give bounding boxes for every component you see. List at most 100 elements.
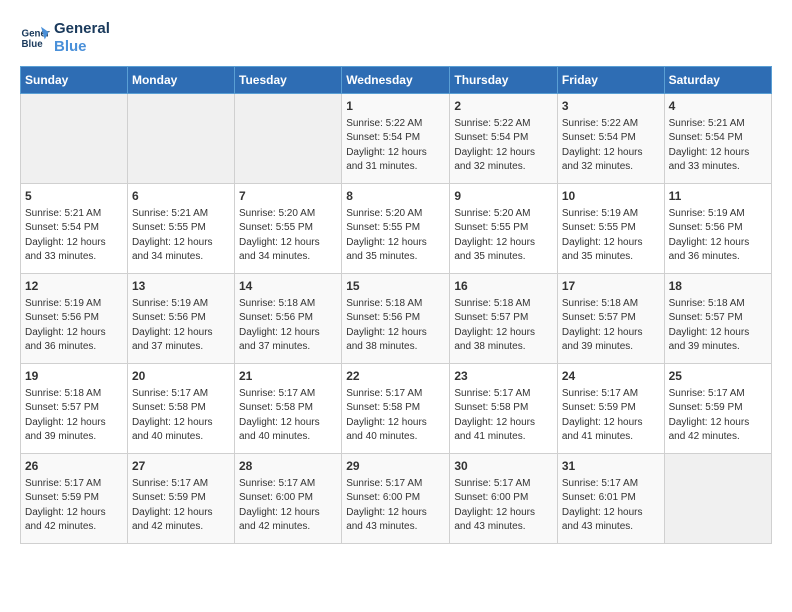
calendar-day-cell xyxy=(664,454,771,544)
logo-text: General Blue xyxy=(54,20,110,56)
day-info: Sunrise: 5:21 AMSunset: 5:54 PMDaylight:… xyxy=(669,117,767,175)
day-info: Sunrise: 5:20 AMSunset: 5:55 PMDaylight:… xyxy=(239,207,337,265)
day-info: Sunrise: 5:17 AMSunset: 5:58 PMDaylight:… xyxy=(346,387,445,445)
calendar-day-cell: 1 Sunrise: 5:22 AMSunset: 5:54 PMDaylight… xyxy=(342,94,450,184)
calendar-day-cell: 19Sunrise: 5:18 AMSunset: 5:57 PMDayligh… xyxy=(21,364,128,454)
calendar-day-cell xyxy=(235,94,342,184)
day-info: Sunrise: 5:20 AMSunset: 5:55 PMDaylight:… xyxy=(346,207,445,265)
day-number: 7 xyxy=(239,188,337,205)
day-number: 19 xyxy=(25,368,123,385)
calendar-week-row: 1 Sunrise: 5:22 AMSunset: 5:54 PMDaylight… xyxy=(21,94,772,184)
calendar-day-cell: 7 Sunrise: 5:20 AMSunset: 5:55 PMDaylight… xyxy=(235,184,342,274)
day-number: 22 xyxy=(346,368,445,385)
day-number: 12 xyxy=(25,278,123,295)
day-number: 28 xyxy=(239,458,337,475)
day-info: Sunrise: 5:20 AMSunset: 5:55 PMDaylight:… xyxy=(454,207,553,265)
day-number: 30 xyxy=(454,458,553,475)
day-number: 14 xyxy=(239,278,337,295)
day-info: Sunrise: 5:17 AMSunset: 5:58 PMDaylight:… xyxy=(132,387,230,445)
calendar-day-cell: 9 Sunrise: 5:20 AMSunset: 5:55 PMDaylight… xyxy=(450,184,558,274)
day-info: Sunrise: 5:19 AMSunset: 5:56 PMDaylight:… xyxy=(25,297,123,355)
calendar-week-row: 5 Sunrise: 5:21 AMSunset: 5:54 PMDaylight… xyxy=(21,184,772,274)
day-number: 29 xyxy=(346,458,445,475)
day-number: 13 xyxy=(132,278,230,295)
calendar-day-cell: 23 Sunrise: 5:17 AMSunset: 5:58 PMDayligh… xyxy=(450,364,558,454)
svg-text:Blue: Blue xyxy=(22,39,44,50)
weekday-header-cell: Sunday xyxy=(21,67,128,94)
calendar-day-cell: 29Sunrise: 5:17 AMSunset: 6:00 PMDayligh… xyxy=(342,454,450,544)
day-info: Sunrise: 5:22 AMSunset: 5:54 PMDaylight:… xyxy=(562,117,660,175)
calendar-day-cell: 10 Sunrise: 5:19 AMSunset: 5:55 PMDayligh… xyxy=(557,184,664,274)
calendar-day-cell: 16Sunrise: 5:18 AMSunset: 5:57 PMDayligh… xyxy=(450,274,558,364)
calendar-day-cell: 20 Sunrise: 5:17 AMSunset: 5:58 PMDayligh… xyxy=(127,364,234,454)
calendar-day-cell: 2Sunrise: 5:22 AMSunset: 5:54 PMDaylight… xyxy=(450,94,558,184)
calendar-day-cell: 27 Sunrise: 5:17 AMSunset: 5:59 PMDayligh… xyxy=(127,454,234,544)
day-number: 17 xyxy=(562,278,660,295)
day-info: Sunrise: 5:17 AMSunset: 5:58 PMDaylight:… xyxy=(239,387,337,445)
calendar-table: SundayMondayTuesdayWednesdayThursdayFrid… xyxy=(20,66,772,544)
calendar-day-cell xyxy=(21,94,128,184)
day-info: Sunrise: 5:17 AMSunset: 5:58 PMDaylight:… xyxy=(454,387,553,445)
day-number: 26 xyxy=(25,458,123,475)
day-info: Sunrise: 5:17 AMSunset: 5:59 PMDaylight:… xyxy=(132,477,230,535)
calendar-day-cell: 24 Sunrise: 5:17 AMSunset: 5:59 PMDayligh… xyxy=(557,364,664,454)
day-number: 15 xyxy=(346,278,445,295)
calendar-day-cell: 31Sunrise: 5:17 AMSunset: 6:01 PMDayligh… xyxy=(557,454,664,544)
calendar-day-cell: 3 Sunrise: 5:22 AMSunset: 5:54 PMDaylight… xyxy=(557,94,664,184)
page-header: General Blue General Blue xyxy=(20,20,772,56)
calendar-day-cell: 8 Sunrise: 5:20 AMSunset: 5:55 PMDaylight… xyxy=(342,184,450,274)
day-info: Sunrise: 5:17 AMSunset: 6:01 PMDaylight:… xyxy=(562,477,660,535)
logo-icon: General Blue xyxy=(20,23,50,53)
calendar-day-cell: 5 Sunrise: 5:21 AMSunset: 5:54 PMDaylight… xyxy=(21,184,128,274)
day-info: Sunrise: 5:19 AMSunset: 5:56 PMDaylight:… xyxy=(132,297,230,355)
day-number: 27 xyxy=(132,458,230,475)
calendar-day-cell: 30 Sunrise: 5:17 AMSunset: 6:00 PMDayligh… xyxy=(450,454,558,544)
calendar-day-cell: 6Sunrise: 5:21 AMSunset: 5:55 PMDaylight… xyxy=(127,184,234,274)
day-info: Sunrise: 5:19 AMSunset: 5:56 PMDaylight:… xyxy=(669,207,767,265)
calendar-week-row: 26 Sunrise: 5:17 AMSunset: 5:59 PMDayligh… xyxy=(21,454,772,544)
day-number: 5 xyxy=(25,188,123,205)
calendar-day-cell: 18Sunrise: 5:18 AMSunset: 5:57 PMDayligh… xyxy=(664,274,771,364)
day-number: 10 xyxy=(562,188,660,205)
weekday-header-cell: Wednesday xyxy=(342,67,450,94)
day-number: 9 xyxy=(454,188,553,205)
day-info: Sunrise: 5:17 AMSunset: 5:59 PMDaylight:… xyxy=(25,477,123,535)
calendar-day-cell: 15 Sunrise: 5:18 AMSunset: 5:56 PMDayligh… xyxy=(342,274,450,364)
day-number: 1 xyxy=(346,98,445,115)
day-info: Sunrise: 5:18 AMSunset: 5:56 PMDaylight:… xyxy=(239,297,337,355)
day-number: 6 xyxy=(132,188,230,205)
day-info: Sunrise: 5:19 AMSunset: 5:55 PMDaylight:… xyxy=(562,207,660,265)
logo: General Blue General Blue xyxy=(20,20,110,56)
day-number: 21 xyxy=(239,368,337,385)
day-number: 20 xyxy=(132,368,230,385)
weekday-header-cell: Thursday xyxy=(450,67,558,94)
calendar-day-cell: 17 Sunrise: 5:18 AMSunset: 5:57 PMDayligh… xyxy=(557,274,664,364)
day-info: Sunrise: 5:21 AMSunset: 5:54 PMDaylight:… xyxy=(25,207,123,265)
day-info: Sunrise: 5:17 AMSunset: 5:59 PMDaylight:… xyxy=(562,387,660,445)
calendar-day-cell: 26 Sunrise: 5:17 AMSunset: 5:59 PMDayligh… xyxy=(21,454,128,544)
day-number: 8 xyxy=(346,188,445,205)
calendar-day-cell: 22 Sunrise: 5:17 AMSunset: 5:58 PMDayligh… xyxy=(342,364,450,454)
calendar-body: 1 Sunrise: 5:22 AMSunset: 5:54 PMDaylight… xyxy=(21,94,772,544)
day-number: 24 xyxy=(562,368,660,385)
day-number: 11 xyxy=(669,188,767,205)
day-number: 3 xyxy=(562,98,660,115)
day-info: Sunrise: 5:22 AMSunset: 5:54 PMDaylight:… xyxy=(346,117,445,175)
day-info: Sunrise: 5:18 AMSunset: 5:57 PMDaylight:… xyxy=(454,297,553,355)
calendar-week-row: 19Sunrise: 5:18 AMSunset: 5:57 PMDayligh… xyxy=(21,364,772,454)
calendar-day-cell: 4 Sunrise: 5:21 AMSunset: 5:54 PMDaylight… xyxy=(664,94,771,184)
calendar-day-cell xyxy=(127,94,234,184)
calendar-week-row: 12 Sunrise: 5:19 AMSunset: 5:56 PMDayligh… xyxy=(21,274,772,364)
day-number: 23 xyxy=(454,368,553,385)
calendar-day-cell: 13 Sunrise: 5:19 AMSunset: 5:56 PMDayligh… xyxy=(127,274,234,364)
day-number: 4 xyxy=(669,98,767,115)
day-info: Sunrise: 5:17 AMSunset: 6:00 PMDaylight:… xyxy=(454,477,553,535)
day-info: Sunrise: 5:18 AMSunset: 5:57 PMDaylight:… xyxy=(562,297,660,355)
day-info: Sunrise: 5:18 AMSunset: 5:56 PMDaylight:… xyxy=(346,297,445,355)
day-info: Sunrise: 5:22 AMSunset: 5:54 PMDaylight:… xyxy=(454,117,553,175)
day-number: 18 xyxy=(669,278,767,295)
calendar-day-cell: 21 Sunrise: 5:17 AMSunset: 5:58 PMDayligh… xyxy=(235,364,342,454)
weekday-header-cell: Tuesday xyxy=(235,67,342,94)
weekday-header-row: SundayMondayTuesdayWednesdayThursdayFrid… xyxy=(21,67,772,94)
day-number: 25 xyxy=(669,368,767,385)
